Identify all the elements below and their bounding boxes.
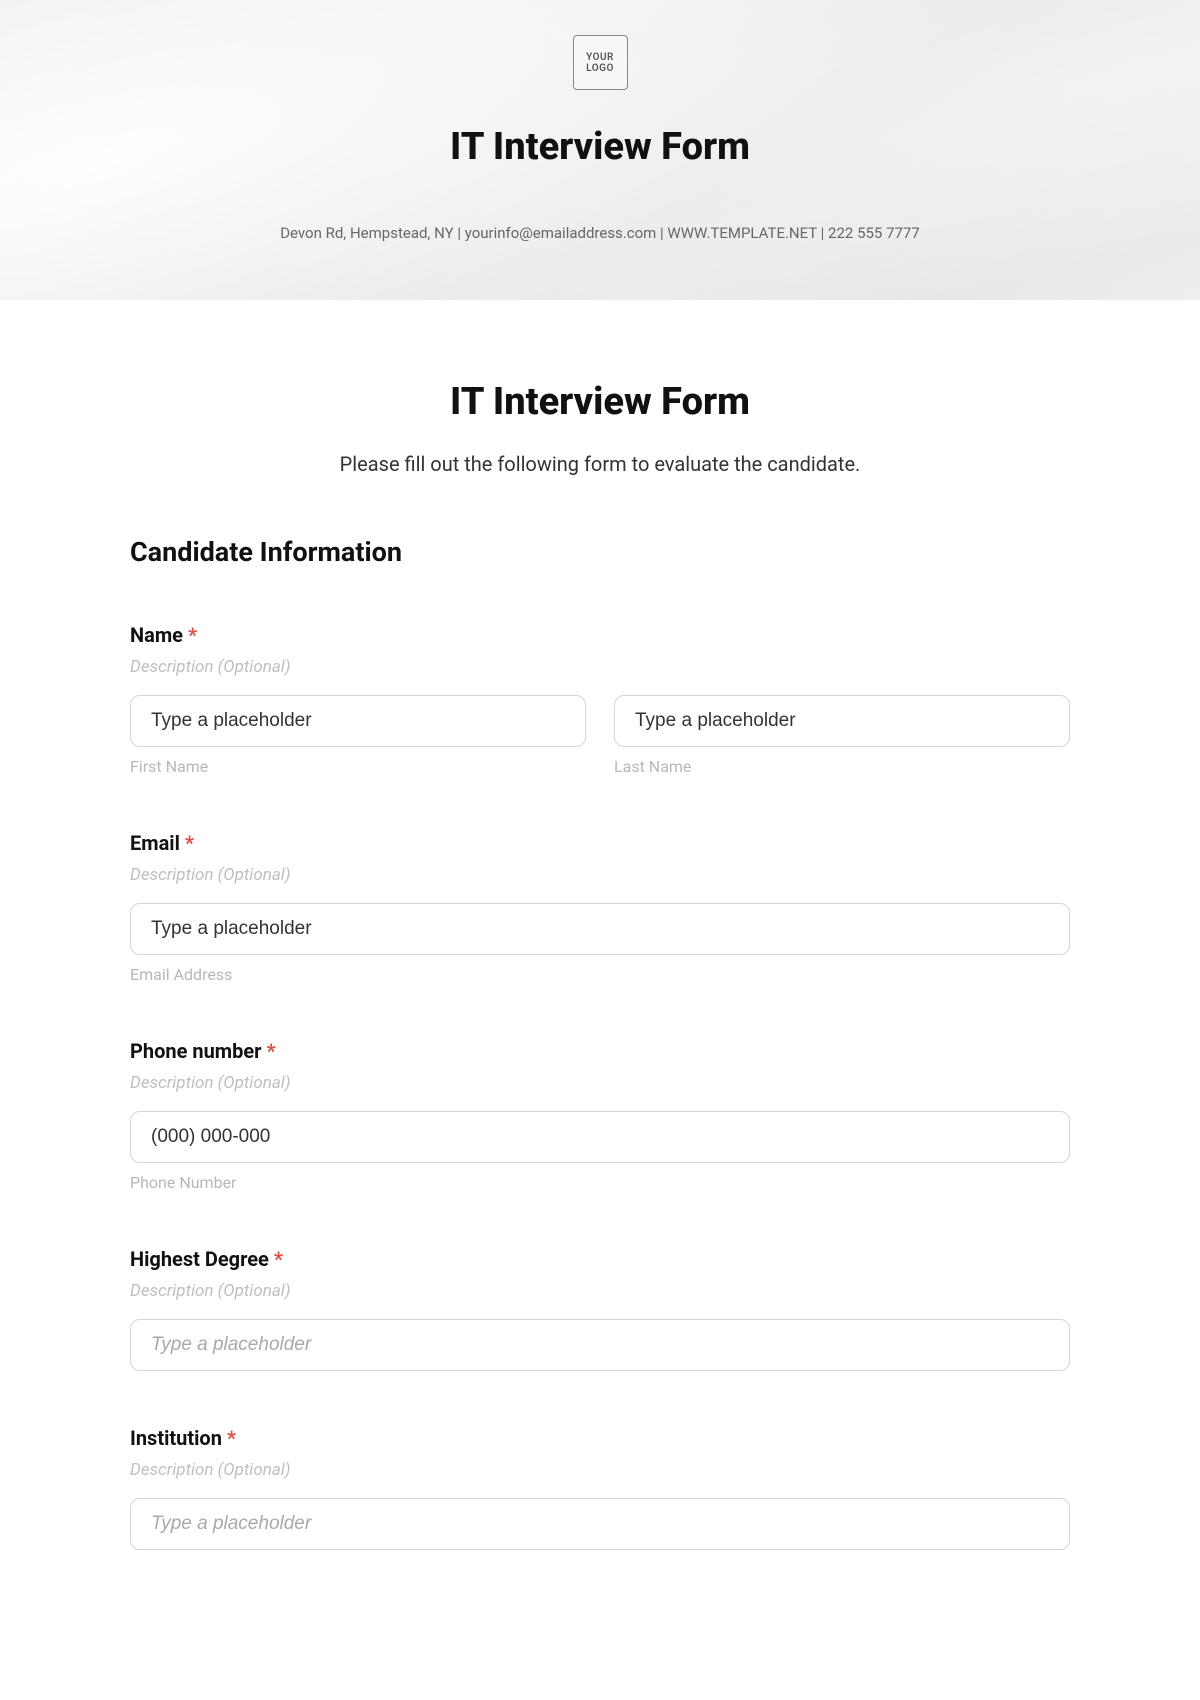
email-description: Description (Optional) (130, 865, 1070, 885)
degree-label: Highest Degree * (130, 1247, 1070, 1271)
name-label-text: Name (130, 623, 183, 647)
email-label-text: Email (130, 831, 180, 855)
section-candidate-info: Candidate Information (130, 536, 1070, 568)
page-subtitle: Please fill out the following form to ev… (130, 452, 1070, 476)
degree-label-text: Highest Degree (130, 1247, 269, 1271)
hero-contact-line: Devon Rd, Hempstead, NY | yourinfo@email… (280, 224, 920, 242)
required-mark: * (274, 1247, 283, 1271)
field-email: Email * Description (Optional) Email Add… (130, 831, 1070, 984)
field-phone: Phone number * Description (Optional) Ph… (130, 1039, 1070, 1192)
email-input[interactable] (130, 903, 1070, 955)
email-label: Email * (130, 831, 1070, 855)
field-degree: Highest Degree * Description (Optional) (130, 1247, 1070, 1371)
email-sublabel: Email Address (130, 965, 1070, 984)
required-mark: * (266, 1039, 275, 1063)
form-content: IT Interview Form Please fill out the fo… (0, 300, 1200, 1590)
degree-input[interactable] (130, 1319, 1070, 1371)
phone-sublabel: Phone Number (130, 1173, 1070, 1192)
name-label: Name * (130, 623, 1070, 647)
phone-description: Description (Optional) (130, 1073, 1070, 1093)
phone-input[interactable] (130, 1111, 1070, 1163)
name-description: Description (Optional) (130, 657, 1070, 677)
institution-description: Description (Optional) (130, 1460, 1070, 1480)
logo-placeholder: YOURLOGO (573, 35, 628, 90)
hero-banner: YOURLOGO IT Interview Form Devon Rd, Hem… (0, 0, 1200, 300)
last-name-sublabel: Last Name (614, 757, 1070, 776)
phone-label: Phone number * (130, 1039, 1070, 1063)
first-name-input[interactable] (130, 695, 586, 747)
phone-label-text: Phone number (130, 1039, 261, 1063)
required-mark: * (227, 1426, 236, 1450)
first-name-sublabel: First Name (130, 757, 586, 776)
last-name-input[interactable] (614, 695, 1070, 747)
institution-label-text: Institution (130, 1426, 222, 1450)
hero-title: IT Interview Form (450, 125, 750, 169)
page-title: IT Interview Form (130, 380, 1070, 424)
required-mark: * (185, 831, 194, 855)
institution-input[interactable] (130, 1498, 1070, 1550)
field-name: Name * Description (Optional) First Name… (130, 623, 1070, 776)
degree-description: Description (Optional) (130, 1281, 1070, 1301)
field-institution: Institution * Description (Optional) (130, 1426, 1070, 1550)
institution-label: Institution * (130, 1426, 1070, 1450)
required-mark: * (188, 623, 197, 647)
